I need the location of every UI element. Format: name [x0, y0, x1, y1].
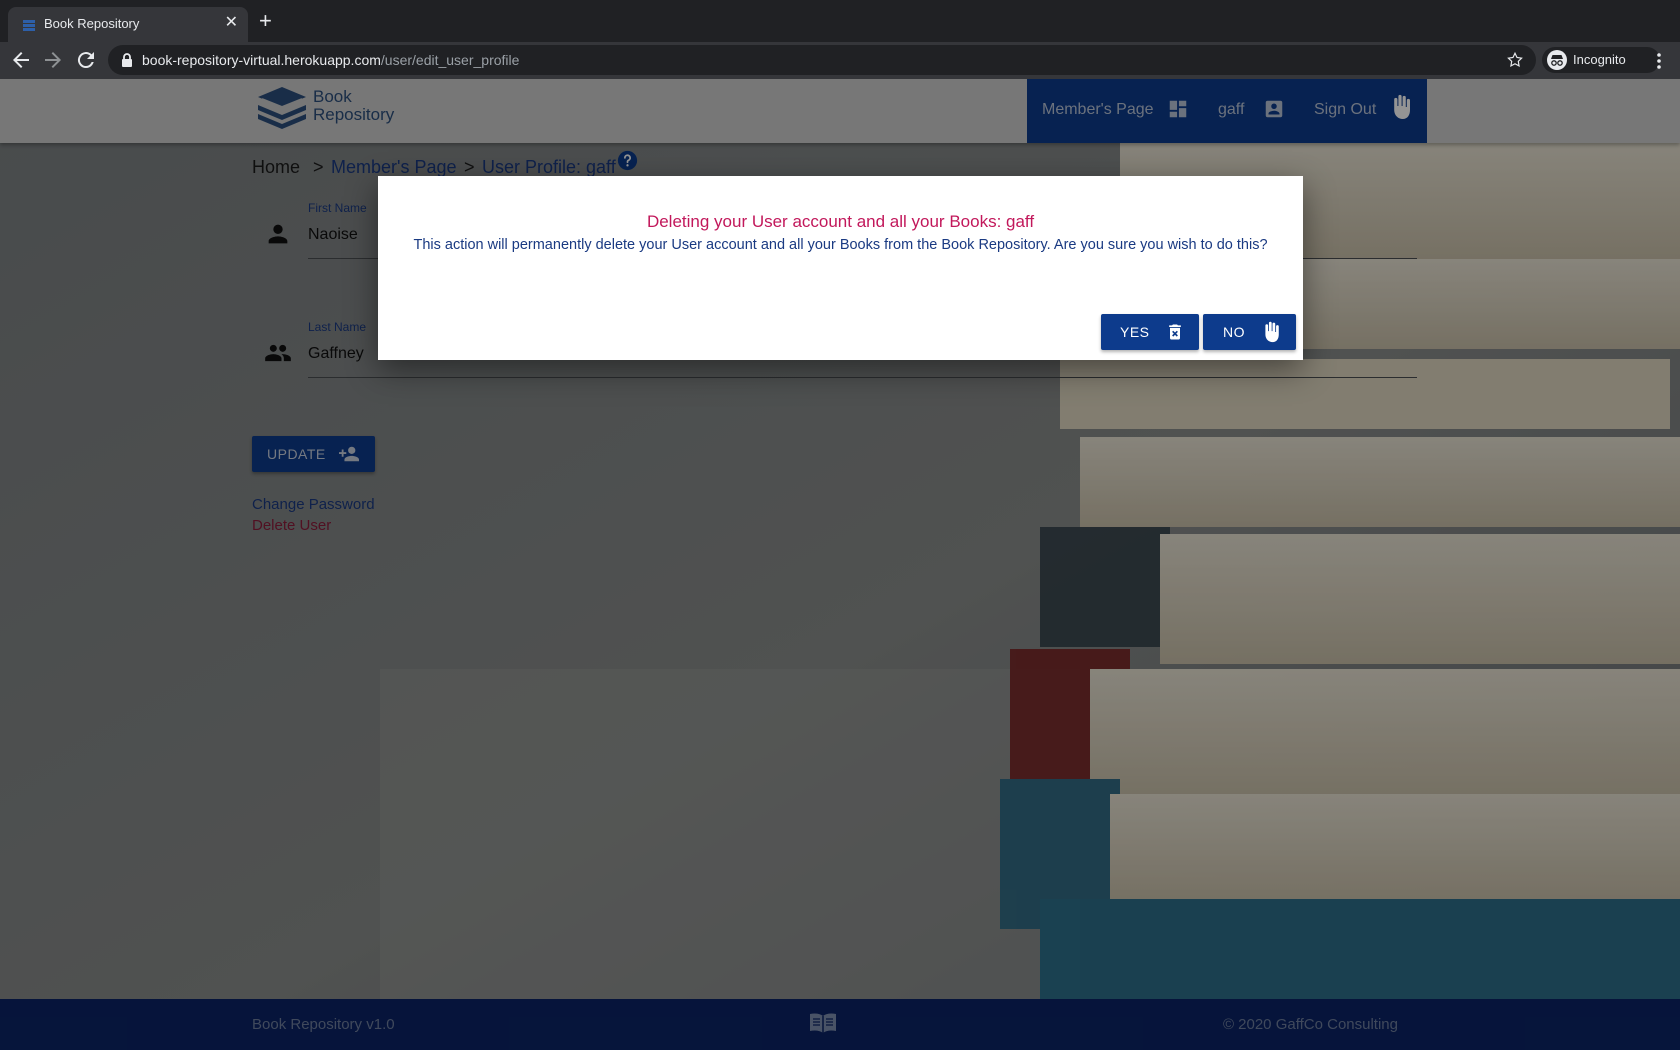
incognito-label: Incognito [1573, 52, 1626, 67]
new-tab-icon[interactable]: + [259, 10, 272, 32]
incognito-icon [1547, 50, 1567, 70]
back-arrow-icon[interactable] [9, 48, 33, 72]
modal-title: Deleting your User account and all your … [646, 212, 1035, 231]
browser-toolbar: book-repository-virtual.herokuapp.com/us… [0, 42, 1680, 79]
bookmark-star-icon[interactable] [1506, 51, 1524, 69]
yes-button[interactable]: YES [1101, 314, 1199, 350]
incognito-profile-button[interactable]: Incognito [1542, 47, 1660, 73]
web-page: Book Repository Member's Page gaff Sign … [0, 79, 1680, 1050]
hand-stop-icon [1265, 321, 1279, 343]
url-path: /user/edit_user_profile [380, 52, 520, 68]
address-bar[interactable]: book-repository-virtual.herokuapp.com/us… [108, 45, 1536, 75]
url-host: book-repository-virtual.herokuapp.com [142, 52, 381, 68]
yes-button-label: YES [1120, 324, 1150, 340]
browser-menu-icon[interactable] [1651, 51, 1667, 71]
reload-icon[interactable] [74, 48, 98, 72]
delete-forever-icon [1169, 324, 1181, 340]
lock-icon [122, 53, 132, 67]
delete-confirmation-modal: Deleting your User account and all your … [378, 176, 1303, 360]
browser-tab[interactable]: Book Repository ✕ [8, 7, 248, 42]
no-button[interactable]: NO [1203, 314, 1296, 350]
url-text: book-repository-virtual.herokuapp.com/us… [142, 52, 519, 68]
forward-arrow-icon[interactable] [41, 48, 65, 72]
close-tab-icon[interactable]: ✕ [225, 13, 238, 33]
no-button-label: NO [1223, 324, 1245, 340]
tab-title: Book Repository [44, 16, 140, 31]
browser-tab-bar: Book Repository ✕ + [0, 0, 1680, 42]
book-favicon-icon [23, 20, 35, 31]
modal-body: This action will permanently delete your… [413, 237, 1268, 253]
